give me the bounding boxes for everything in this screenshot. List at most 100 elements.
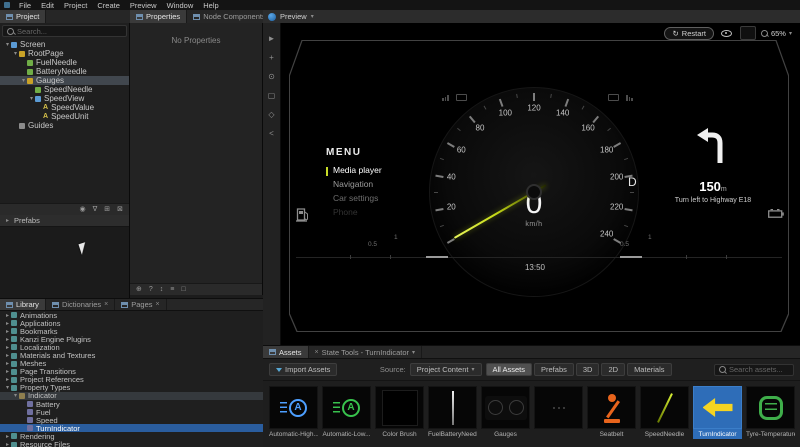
project-footer-icon[interactable]: ⊠	[117, 206, 123, 213]
expander-icon[interactable]: ▸	[4, 328, 11, 335]
library-tab[interactable]: Library	[0, 299, 46, 310]
menubar-item[interactable]: Edit	[36, 1, 59, 10]
expander-icon[interactable]: ▸	[4, 217, 11, 224]
tab-properties[interactable]: Properties	[130, 10, 187, 23]
properties-footer-icon[interactable]: ↕	[160, 286, 164, 293]
assets-search[interactable]	[714, 364, 794, 376]
project-tree-row[interactable]: A SpeedValue	[0, 103, 129, 112]
project-tab-label: Project	[16, 12, 39, 21]
preview-tool-icon[interactable]: ⊙	[268, 73, 275, 81]
preview-toolstrip: ► + ⊙ ▢ ◇ <	[263, 23, 281, 345]
asset-tile[interactable]: Seatbelt	[587, 386, 636, 439]
expander-icon[interactable]: ▸	[4, 336, 11, 343]
asset-filter-button[interactable]: Materials	[627, 363, 671, 376]
project-footer-icon[interactable]: ⊞	[104, 206, 110, 213]
gauges-icon	[485, 396, 527, 420]
expander-icon[interactable]: ▸	[4, 376, 11, 383]
expander-icon[interactable]: ▸	[4, 433, 11, 440]
preview-tool-icon[interactable]: ▢	[268, 92, 276, 100]
preview-tool-icon[interactable]: ◇	[268, 111, 274, 119]
expander-icon[interactable]: ▸	[4, 352, 11, 359]
import-assets-button[interactable]: Import Assets	[269, 363, 337, 376]
asset-tile[interactable]: Tyre-Temperature	[746, 386, 795, 439]
source-dropdown[interactable]: Project Content ▾	[410, 363, 482, 376]
asset-filter-button[interactable]: All Assets	[486, 363, 533, 376]
screenshot-button[interactable]	[740, 26, 756, 40]
prefabs-header[interactable]: ▸ Prefabs	[0, 215, 129, 227]
expander-icon[interactable]: ▸	[4, 360, 11, 367]
asset-filter-button[interactable]: Prefabs	[534, 363, 574, 376]
assets-search-input[interactable]	[729, 365, 789, 374]
project-tree-row[interactable]: SpeedNeedle	[0, 85, 129, 94]
project-search-input[interactable]	[17, 27, 122, 36]
properties-footer-icon[interactable]: ⊕	[136, 286, 142, 293]
close-icon[interactable]: ×	[315, 349, 319, 356]
properties-tab-strip: Properties Node Components ×	[130, 10, 263, 24]
asset-tile[interactable]: TurnIndicator	[693, 386, 742, 439]
expander-icon[interactable]: ▸	[4, 312, 11, 319]
asset-tile[interactable]: A A Automatic-High...	[269, 386, 318, 439]
expander-icon[interactable]: ▾	[28, 95, 35, 102]
properties-footer-icon[interactable]: □	[181, 286, 185, 293]
project-tree-row[interactable]: ▾ Gauges	[0, 76, 129, 85]
tab-state-tools[interactable]: × State Tools - TurnIndicator ▾	[309, 346, 423, 358]
project-tree-row[interactable]: BatteryNeedle	[0, 67, 129, 76]
expander-icon[interactable]: ▾	[4, 41, 11, 48]
menubar-item[interactable]: Help	[198, 1, 223, 10]
asset-tile[interactable]: Color Brush	[375, 386, 424, 439]
expander-icon[interactable]: ▾	[4, 384, 11, 391]
preview-tool-icon[interactable]: <	[269, 130, 274, 138]
close-icon[interactable]: ×	[156, 301, 160, 308]
asset-tile[interactable]: FuelBatteryNeedle	[428, 386, 477, 439]
properties-footer-icon[interactable]: ≡	[170, 286, 174, 293]
project-tree-row[interactable]: ▾ SpeedView	[0, 94, 129, 103]
menubar-item[interactable]: Project	[59, 1, 92, 10]
visibility-button[interactable]	[719, 27, 735, 39]
asset-tile[interactable]: A A Automatic-Low...	[322, 386, 371, 439]
project-search[interactable]	[2, 25, 127, 37]
tab-assets[interactable]: Assets	[263, 346, 309, 358]
asset-filter-button[interactable]: 2D	[601, 363, 625, 376]
expander-icon[interactable]: ▸	[4, 320, 11, 327]
asset-tile[interactable]	[534, 386, 583, 439]
project-tree-row[interactable]: FuelNeedle	[0, 58, 129, 67]
tree-node-label: Guides	[28, 121, 53, 130]
project-footer-icon[interactable]: ◉	[79, 206, 85, 213]
menubar-item[interactable]: Window	[162, 1, 199, 10]
expander-icon[interactable]: ▸	[4, 344, 11, 351]
library-tab[interactable]: Dictionaries ×	[46, 299, 115, 310]
tab-project[interactable]: Project	[0, 10, 46, 23]
asset-thumbnail	[693, 386, 742, 429]
project-tree: ▾ Screen ▾ RootPage FuelNeedle	[0, 37, 129, 130]
preview-tool-icon[interactable]: ►	[268, 35, 276, 43]
expander-icon[interactable]: ▾	[12, 50, 19, 57]
library-panel-icon	[6, 302, 13, 308]
asset-filter-button[interactable]: 3D	[576, 363, 600, 376]
speed-needle-icon	[657, 393, 673, 423]
menubar-item[interactable]: File	[14, 1, 36, 10]
expander-icon[interactable]: ▾	[12, 392, 19, 399]
expander-icon[interactable]: ▸	[4, 441, 11, 447]
project-tree-row[interactable]: A SpeedUnit	[0, 112, 129, 121]
zoom-control[interactable]: 65% ▾	[761, 29, 792, 38]
chevron-down-icon[interactable]: ▾	[311, 13, 314, 20]
expander-icon[interactable]: ▾	[20, 77, 27, 84]
project-tree-row[interactable]: ▾ RootPage	[0, 49, 129, 58]
project-footer-icon[interactable]: ∇	[93, 206, 98, 213]
assets-tab-strip: Assets × State Tools - TurnIndicator ▾	[263, 346, 800, 359]
properties-footer-icon[interactable]: ?	[149, 286, 153, 293]
menubar-item[interactable]: Create	[92, 1, 125, 10]
menubar-item[interactable]: Preview	[125, 1, 162, 10]
project-tree-row[interactable]: Guides	[0, 121, 129, 130]
expander-icon[interactable]: ▸	[4, 368, 11, 375]
preview-tool-icon[interactable]: +	[269, 54, 274, 62]
asset-tile[interactable]: Gauges	[481, 386, 530, 439]
restart-button[interactable]: ↻ Restart	[664, 27, 713, 40]
library-item-icon	[11, 361, 17, 367]
asset-tile[interactable]: SpeedNeedle	[640, 386, 689, 439]
project-tree-row[interactable]: ▾ Screen	[0, 40, 129, 49]
library-row[interactable]: ▸ Resource Files	[0, 441, 263, 447]
preview-canvas[interactable]: ↻ Restart 65% ▾	[281, 23, 800, 345]
library-tab[interactable]: Pages ×	[115, 299, 166, 310]
close-icon[interactable]: ×	[104, 301, 108, 308]
